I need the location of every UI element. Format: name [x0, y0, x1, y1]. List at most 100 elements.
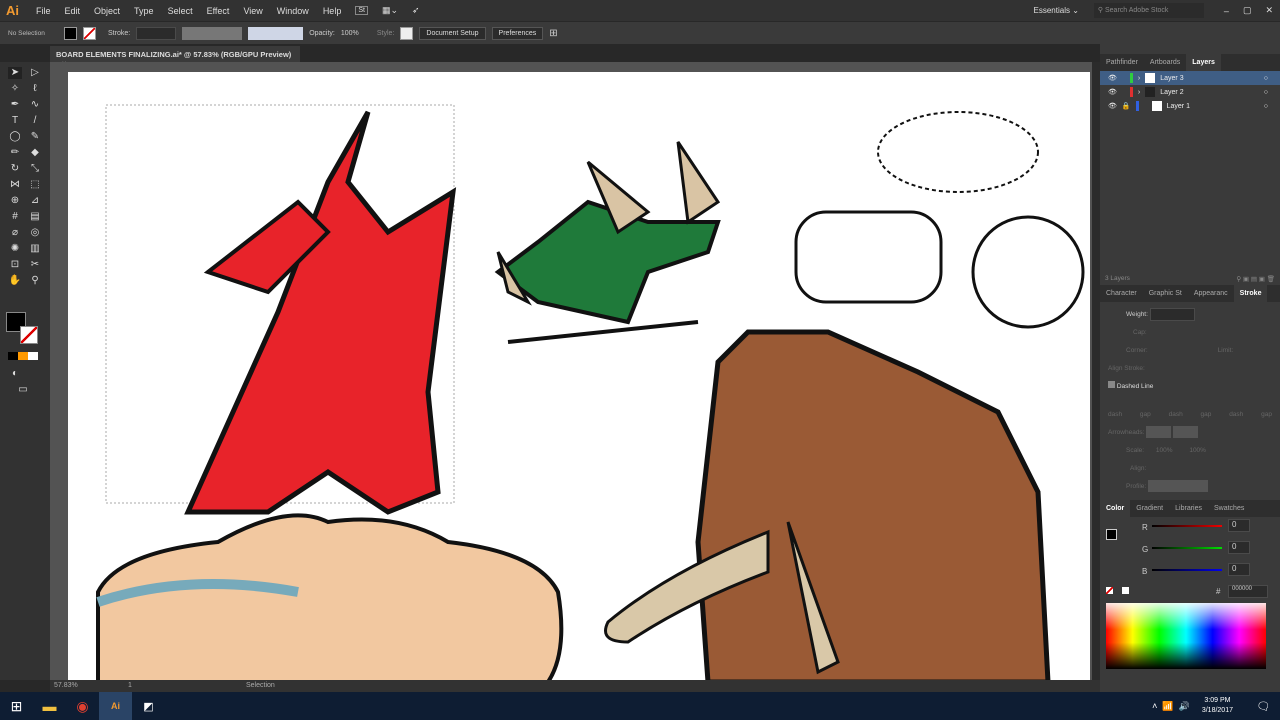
menu-edit[interactable]: Edit [65, 6, 81, 16]
hand-tool-icon[interactable]: ✋ [8, 275, 22, 287]
shape-builder-icon[interactable]: ⊕ [8, 195, 22, 207]
menu-window[interactable]: Window [277, 6, 309, 16]
clock[interactable]: 3:09 PM 3/18/2017 [1202, 696, 1233, 716]
perspective-icon[interactable]: ⊿ [28, 195, 42, 207]
vertical-scrollbar[interactable] [1092, 62, 1100, 680]
tab-stroke[interactable]: Stroke [1233, 285, 1268, 302]
type-tool-icon[interactable]: T [8, 115, 22, 127]
layer-name[interactable]: Layer 2 [1160, 89, 1183, 96]
fill-color-icon[interactable] [1106, 529, 1117, 540]
visibility-eye-icon[interactable]: 👁 [1108, 74, 1117, 82]
layer-name[interactable]: Layer 3 [1160, 75, 1183, 82]
visibility-eye-icon[interactable]: 👁 [1108, 102, 1117, 110]
layer-actions-icons[interactable]: ⚲ ▣ ▤ ▣ 🗑 [1236, 275, 1275, 283]
close-icon[interactable]: ✕ [1265, 5, 1273, 16]
artboard-tool-icon[interactable]: ⊡ [8, 259, 22, 271]
document-setup-button[interactable]: Document Setup [419, 26, 486, 40]
nvidia-icon[interactable]: ◩ [132, 692, 165, 720]
tab-color[interactable]: Color [1100, 500, 1131, 517]
menu-select[interactable]: Select [168, 6, 193, 16]
symbol-sprayer-icon[interactable]: ✺ [8, 243, 22, 255]
arrowhead-start-select[interactable] [1146, 426, 1172, 439]
tab-libraries[interactable]: Libraries [1169, 500, 1208, 517]
hex-field[interactable]: 000000 [1228, 585, 1268, 598]
target-icon[interactable]: ○ [1264, 89, 1268, 96]
layer-row[interactable]: 👁 › Layer 3 ○ [1100, 71, 1280, 85]
artboard[interactable] [68, 72, 1090, 680]
system-tray-icons[interactable]: ˄ 📶 🔊 [1152, 701, 1190, 712]
brush-definition[interactable] [248, 26, 304, 40]
stock-search[interactable]: ⚲ Search Adobe Stock [1093, 3, 1204, 18]
menu-help[interactable]: Help [323, 6, 342, 16]
target-icon[interactable]: ○ [1264, 103, 1268, 110]
g-slider[interactable] [1152, 547, 1222, 549]
color-mode-icon[interactable] [8, 352, 38, 360]
layer-row[interactable]: 👁 🔒 Layer 1 ○ [1100, 99, 1280, 113]
stock-icon[interactable]: St [355, 6, 368, 15]
mesh-icon[interactable]: # [8, 211, 22, 223]
white-swatch[interactable] [1122, 587, 1129, 594]
windows-start-icon[interactable]: ⊞ [0, 692, 33, 720]
slice-icon[interactable]: ✂ [28, 259, 42, 271]
tab-swatches[interactable]: Swatches [1208, 500, 1250, 517]
workspace-switcher[interactable]: Essentials ⌄ [1034, 6, 1079, 15]
menu-view[interactable]: View [243, 6, 262, 16]
ellipse-tool-icon[interactable]: ◯ [8, 131, 22, 143]
expand-icon[interactable]: › [1138, 75, 1140, 82]
scale-end[interactable]: 100% [1189, 447, 1206, 454]
draw-mode-icon[interactable]: ◐ [8, 368, 22, 380]
stroke-swatch[interactable] [83, 26, 96, 40]
eyedropper-icon[interactable]: ⌀ [8, 227, 22, 239]
arrange-documents-icon[interactable]: ▦⌄ [382, 5, 398, 16]
blend-icon[interactable]: ◎ [28, 227, 42, 239]
r-slider[interactable] [1152, 525, 1222, 527]
menu-file[interactable]: File [36, 6, 51, 16]
curvature-icon[interactable]: ∿ [28, 99, 42, 111]
none-swatch[interactable] [1106, 587, 1113, 594]
rotate-icon[interactable]: ↻ [8, 163, 22, 175]
eraser-icon[interactable]: ◆ [28, 147, 42, 159]
tab-gradient[interactable]: Gradient [1130, 500, 1169, 517]
menu-effect[interactable]: Effect [207, 6, 230, 16]
chrome-icon[interactable]: ◉ [66, 692, 99, 720]
graph-icon[interactable]: ▥ [28, 243, 42, 255]
b-value[interactable]: 0 [1228, 563, 1250, 576]
direct-selection-tool-icon[interactable]: ▷ [28, 67, 42, 79]
profile-select[interactable] [1148, 480, 1209, 493]
variable-width-field[interactable] [182, 26, 243, 40]
r-value[interactable]: 0 [1228, 519, 1250, 532]
g-value[interactable]: 0 [1228, 541, 1250, 554]
tab-pathfinder[interactable]: Pathfinder [1100, 54, 1144, 71]
layer-row[interactable]: 👁 › Layer 2 ○ [1100, 85, 1280, 99]
gpu-performance-icon[interactable]: ➶ [412, 5, 420, 16]
opacity-value[interactable]: 100% [341, 30, 371, 37]
scale-icon[interactable]: ⤡ [28, 163, 42, 175]
illustrator-icon[interactable]: Ai [99, 692, 132, 720]
line-tool-icon[interactable]: / [28, 115, 42, 127]
lasso-icon[interactable]: ℓ [28, 83, 42, 95]
selection-tool-icon[interactable]: ➤ [8, 67, 22, 79]
width-tool-icon[interactable]: ⋈ [8, 179, 22, 191]
minimize-icon[interactable]: – [1224, 6, 1229, 16]
notifications-icon[interactable]: 🗨 [1247, 692, 1280, 720]
stroke-color-icon[interactable] [20, 326, 38, 344]
screen-mode-icon[interactable]: ▭ [16, 384, 30, 396]
canvas-area[interactable] [50, 62, 1092, 680]
preferences-button[interactable]: Preferences [491, 26, 544, 40]
scale-start[interactable]: 100% [1156, 447, 1173, 454]
maximize-icon[interactable]: ▢ [1243, 5, 1252, 16]
expand-icon[interactable]: › [1138, 89, 1140, 96]
b-slider[interactable] [1152, 569, 1222, 571]
stroke-weight-field[interactable] [136, 26, 177, 40]
artboard-number[interactable]: 1 [128, 682, 132, 689]
tab-appearance[interactable]: Appearanc [1188, 285, 1234, 302]
pencil-icon[interactable]: ✏ [8, 147, 22, 159]
document-tab[interactable]: BOARD ELEMENTS FINALIZING.ai* @ 57.83% (… [50, 46, 300, 68]
file-explorer-icon[interactable]: ▬ [33, 692, 66, 720]
gradient-icon[interactable]: ▤ [28, 211, 42, 223]
zoom-tool-icon[interactable]: ⚲ [28, 275, 42, 287]
menu-type[interactable]: Type [134, 6, 154, 16]
tab-graphic-styles[interactable]: Graphic St [1143, 285, 1188, 302]
paintbrush-icon[interactable]: ✎ [28, 131, 42, 143]
target-icon[interactable]: ○ [1264, 75, 1268, 82]
